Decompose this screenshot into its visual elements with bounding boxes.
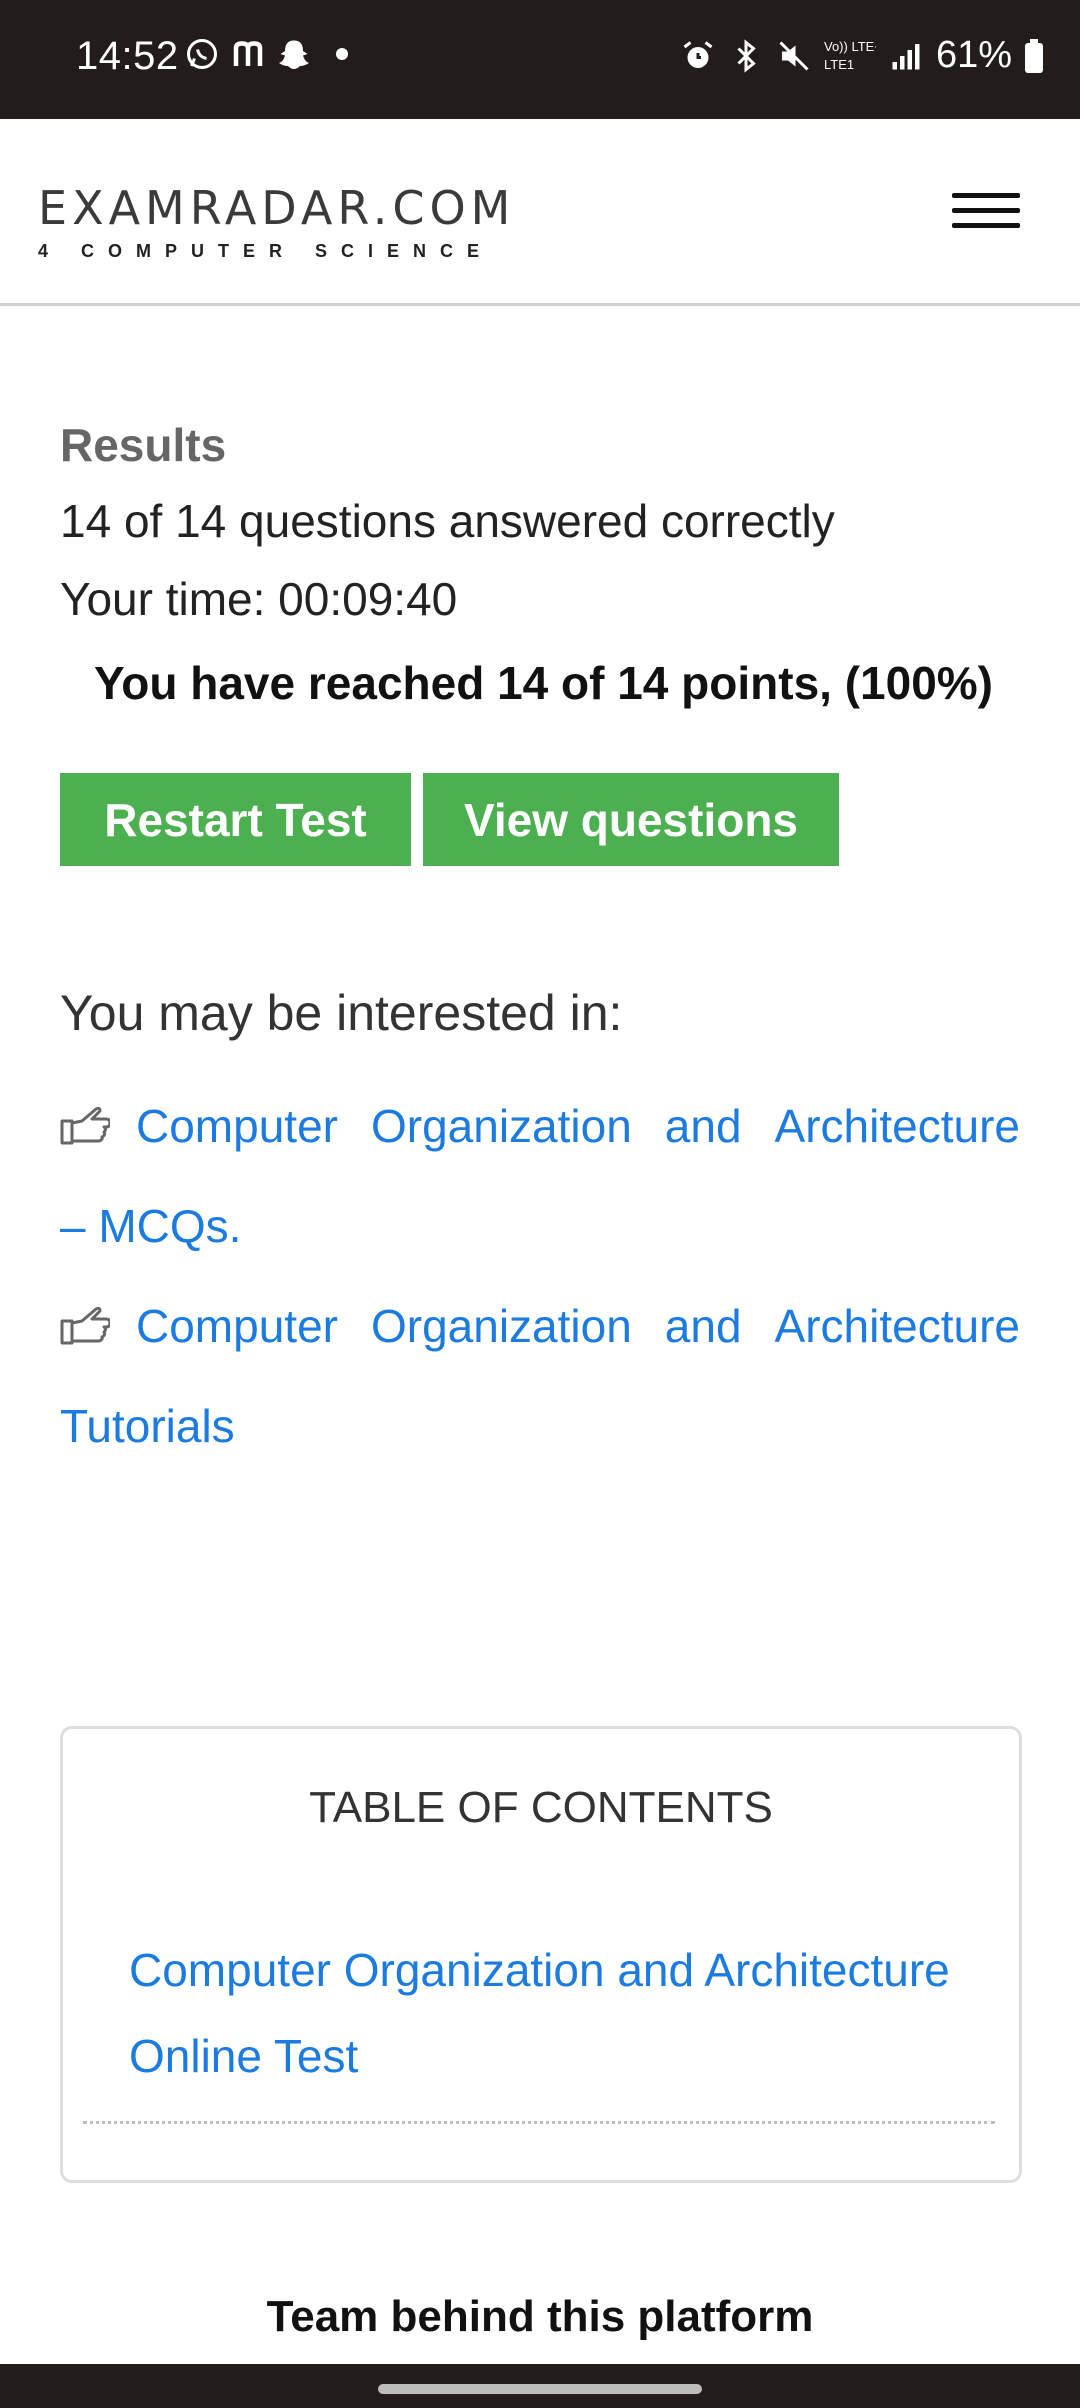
home-gesture-handle[interactable] bbox=[378, 2384, 702, 2394]
thumbs-right-icon bbox=[60, 1106, 110, 1145]
link-word[interactable]: and bbox=[665, 1276, 742, 1376]
svg-text:Vo)) LTE+: Vo)) LTE+ bbox=[824, 39, 876, 54]
restart-test-button[interactable]: Restart Test bbox=[60, 773, 411, 866]
related-link-mcqs[interactable]: Computer Organization and Architecture –… bbox=[60, 1076, 1020, 1276]
whatsapp-icon bbox=[187, 39, 217, 69]
toc-link-online-test[interactable]: Computer Organization and Architecture O… bbox=[129, 1927, 989, 2099]
toc-divider bbox=[83, 2121, 995, 2124]
results-section: Results 14 of 14 questions answered corr… bbox=[60, 418, 1020, 710]
svg-text:LTE1: LTE1 bbox=[824, 57, 854, 72]
status-time: 14:52 bbox=[76, 34, 179, 78]
volte-lte-icon: Vo)) LTE+ LTE1 bbox=[824, 39, 876, 72]
link-word[interactable]: Organization bbox=[371, 1276, 632, 1376]
hamburger-menu-icon[interactable] bbox=[952, 193, 1020, 231]
toc-link-line[interactable]: Computer Organization and Architecture bbox=[129, 1927, 989, 2013]
results-buttons: Restart Test View questions bbox=[60, 773, 839, 866]
battery-percent: 61% bbox=[935, 34, 1012, 76]
site-logo[interactable]: EXAMRADAR.COM 4 COMPUTER SCIENCE bbox=[38, 185, 515, 262]
link-word[interactable]: Architecture bbox=[775, 1276, 1020, 1376]
m-app-icon bbox=[233, 41, 263, 66]
snapchat-icon bbox=[279, 40, 309, 69]
mute-icon bbox=[779, 40, 809, 71]
signal-icon bbox=[892, 43, 920, 69]
view-questions-button[interactable]: View questions bbox=[423, 773, 839, 866]
alarm-icon bbox=[683, 40, 713, 68]
logo-subtitle: 4 COMPUTER SCIENCE bbox=[38, 241, 494, 261]
link-continuation[interactable]: Tutorials bbox=[60, 1376, 1020, 1476]
thumbs-right-icon bbox=[60, 1306, 110, 1345]
status-left-icons bbox=[184, 36, 348, 72]
interested-title: You may be interested in: bbox=[60, 985, 623, 1041]
link-word[interactable]: Computer bbox=[136, 1276, 338, 1376]
team-title: Team behind this platform bbox=[266, 2292, 814, 2341]
link-word[interactable]: and bbox=[665, 1076, 742, 1176]
notification-dot-icon bbox=[336, 48, 348, 60]
results-time: Your time: 00:09:40 bbox=[60, 573, 458, 625]
toc-link-line[interactable]: Online Test bbox=[129, 2013, 989, 2099]
interested-section: You may be interested in: Computer Organ… bbox=[60, 984, 1020, 1476]
toc-title: TABLE OF CONTENTS bbox=[309, 1783, 773, 1832]
bluetooth-icon bbox=[737, 38, 756, 73]
results-points: You have reached 14 of 14 points, (100%) bbox=[94, 657, 993, 709]
navigation-bar bbox=[0, 2364, 1080, 2408]
battery-icon bbox=[1025, 38, 1043, 73]
results-label: Results bbox=[60, 419, 227, 471]
link-word[interactable]: Organization bbox=[371, 1076, 632, 1176]
status-right: Vo)) LTE+ LTE1 61% bbox=[680, 34, 1044, 77]
link-continuation[interactable]: – MCQs. bbox=[60, 1176, 1020, 1276]
status-bar: 14:52 Vo)) LTE+ LTE1 bbox=[0, 0, 1080, 119]
related-link-tutorials[interactable]: Computer Organization and Architecture T… bbox=[60, 1276, 1020, 1476]
link-word[interactable]: Computer bbox=[136, 1076, 338, 1176]
site-header: EXAMRADAR.COM 4 COMPUTER SCIENCE bbox=[0, 119, 1080, 306]
link-word[interactable]: Architecture bbox=[775, 1076, 1020, 1176]
results-answered: 14 of 14 questions answered correctly bbox=[60, 495, 835, 547]
logo-title: EXAMRADAR.COM bbox=[38, 181, 516, 235]
table-of-contents: TABLE OF CONTENTS Computer Organization … bbox=[60, 1726, 1022, 2183]
